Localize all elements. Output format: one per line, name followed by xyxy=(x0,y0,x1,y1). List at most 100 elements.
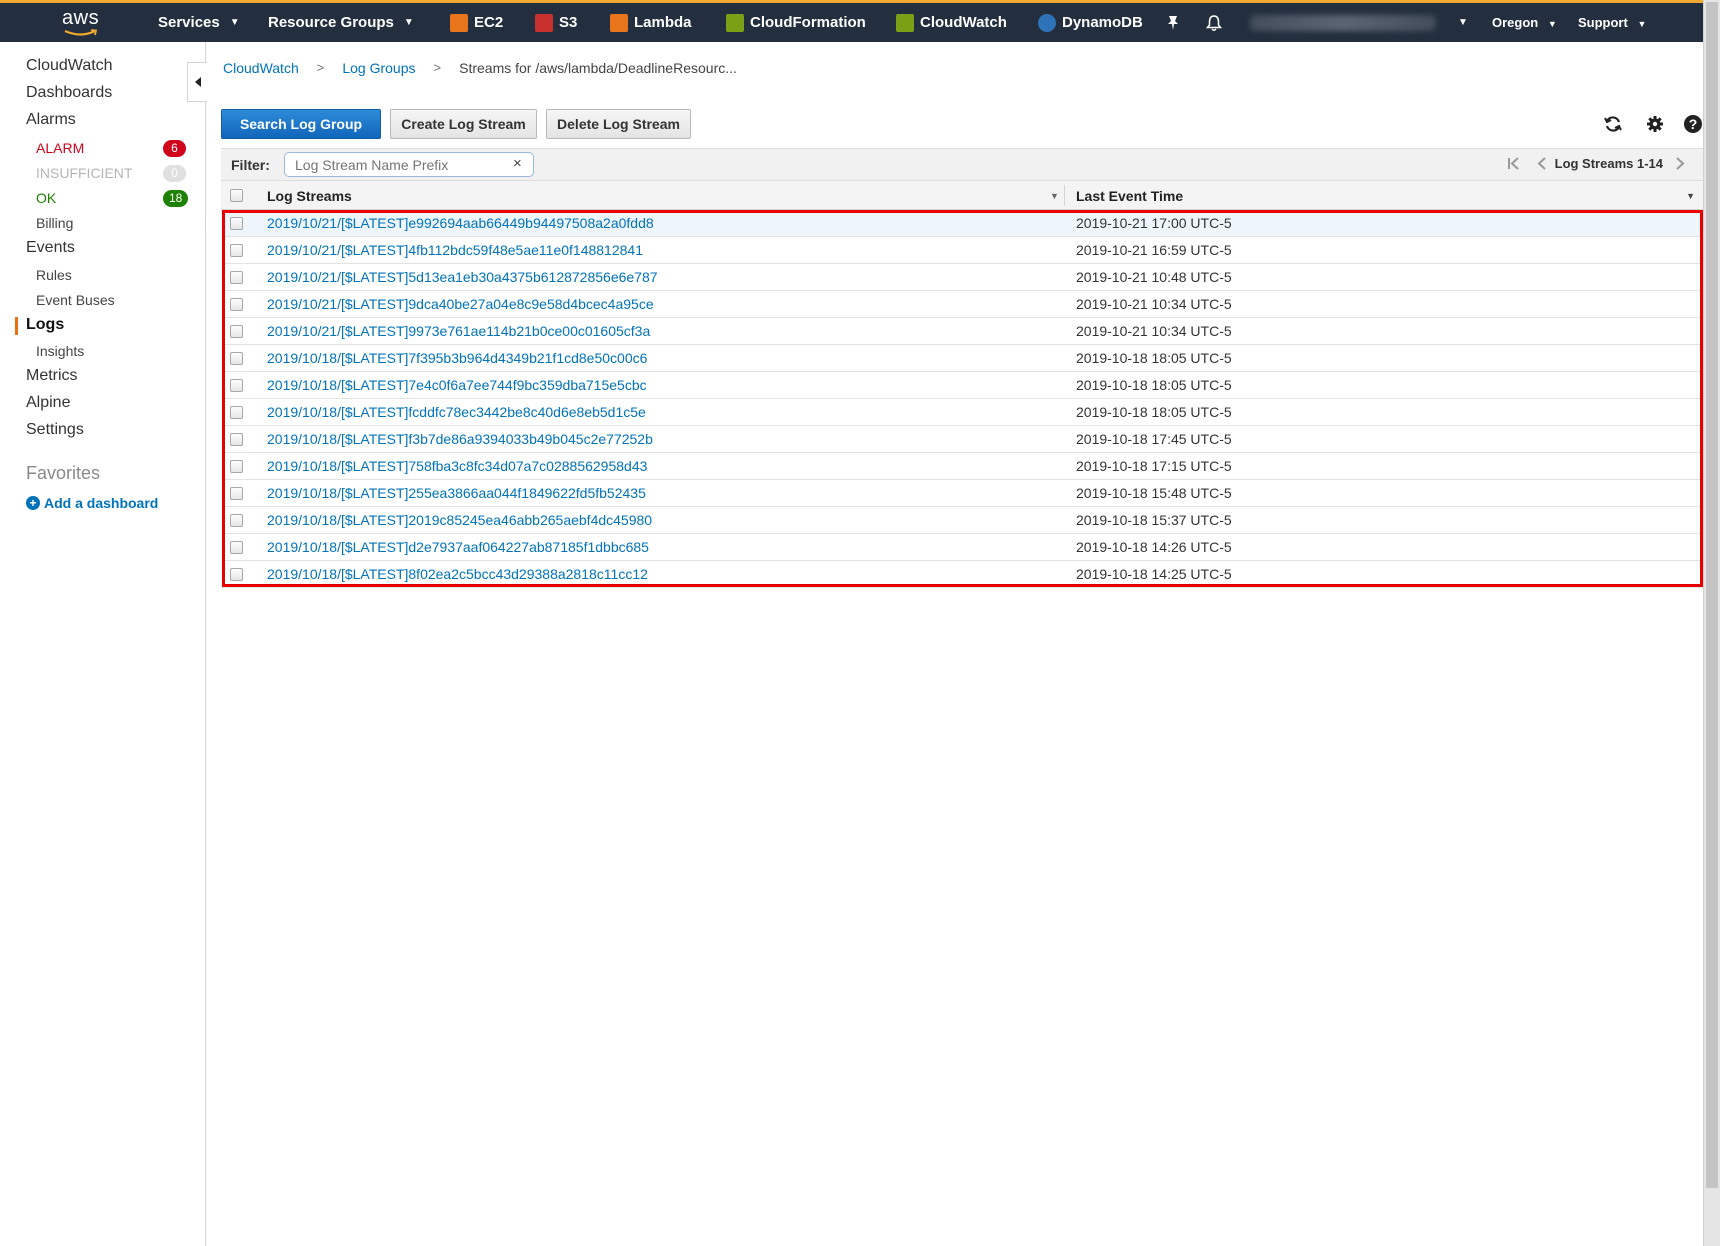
shortcut-cloudformation[interactable]: CloudFormation xyxy=(726,3,866,42)
scrollbar-thumb[interactable] xyxy=(1706,2,1718,1188)
row-checkbox[interactable] xyxy=(230,514,243,527)
shortcut-s3[interactable]: S3 xyxy=(535,3,577,42)
table-row[interactable]: 2019/10/18/[$LATEST]f3b7de86a9394033b49b… xyxy=(221,426,1703,453)
log-stream-link[interactable]: 2019/10/18/[$LATEST]255ea3866aa044f18496… xyxy=(267,485,646,501)
log-stream-link[interactable]: 2019/10/18/[$LATEST]d2e7937aaf064227ab87… xyxy=(267,539,649,555)
account-name-redacted[interactable] xyxy=(1250,15,1436,31)
aws-logo[interactable]: aws xyxy=(60,5,104,39)
sidebar-item-ok[interactable]: OK xyxy=(36,190,56,206)
row-checkbox[interactable] xyxy=(230,460,243,473)
row-checkbox[interactable] xyxy=(230,298,243,311)
log-stream-link[interactable]: 2019/10/18/[$LATEST]f3b7de86a9394033b49b… xyxy=(267,431,653,447)
help-icon[interactable]: ? xyxy=(1683,114,1703,134)
resource-groups-menu[interactable]: Resource Groups ▼ xyxy=(268,3,414,42)
log-stream-link[interactable]: 2019/10/21/[$LATEST]9973e761ae114b21b0ce… xyxy=(267,323,650,339)
sort-down-icon[interactable]: ▼ xyxy=(1686,191,1695,201)
table-row[interactable]: 2019/10/21/[$LATEST]e992694aab66449b9449… xyxy=(221,210,1703,237)
shortcut-dynamodb[interactable]: DynamoDB xyxy=(1038,3,1143,42)
table-row[interactable]: 2019/10/18/[$LATEST]7e4c0f6a7ee744f9bc35… xyxy=(221,372,1703,399)
sidebar-collapse-button[interactable] xyxy=(187,62,207,102)
sidebar-item-settings[interactable]: Settings xyxy=(26,421,84,439)
column-header-log-streams[interactable]: Log Streams xyxy=(267,188,352,204)
breadcrumb-log-groups[interactable]: Log Groups xyxy=(342,60,415,76)
filter-label: Filter: xyxy=(231,157,270,173)
add-dashboard-link[interactable]: + Add a dashboard xyxy=(26,495,158,511)
log-stream-link[interactable]: 2019/10/18/[$LATEST]8f02ea2c5bcc43d29388… xyxy=(267,566,648,582)
row-checkbox[interactable] xyxy=(230,217,243,230)
log-stream-link[interactable]: 2019/10/21/[$LATEST]e992694aab66449b9449… xyxy=(267,215,654,231)
shortcut-lambda[interactable]: Lambda xyxy=(610,3,692,42)
refresh-icon[interactable] xyxy=(1603,114,1623,134)
table-row[interactable]: 2019/10/21/[$LATEST]9dca40be27a04e8c9e58… xyxy=(221,291,1703,318)
support-menu[interactable]: Support ▼ xyxy=(1578,3,1646,42)
log-stream-link[interactable]: 2019/10/21/[$LATEST]5d13ea1eb30a4375b612… xyxy=(267,269,658,285)
sidebar-item-alarms[interactable]: Alarms xyxy=(26,111,76,129)
notifications-bell-icon[interactable] xyxy=(1206,3,1222,42)
sidebar-item-alarm[interactable]: ALARM xyxy=(36,140,84,156)
log-stream-link[interactable]: 2019/10/18/[$LATEST]2019c85245ea46abb265… xyxy=(267,512,652,528)
log-stream-link[interactable]: 2019/10/21/[$LATEST]9dca40be27a04e8c9e58… xyxy=(267,296,654,312)
services-menu[interactable]: Services ▼ xyxy=(158,3,240,42)
row-checkbox[interactable] xyxy=(230,271,243,284)
chevron-down-icon[interactable]: ▼ xyxy=(1458,3,1468,42)
table-row[interactable]: 2019/10/18/[$LATEST]255ea3866aa044f18496… xyxy=(221,480,1703,507)
sidebar-item-insufficient[interactable]: INSUFFICIENT xyxy=(36,165,132,181)
row-checkbox[interactable] xyxy=(230,541,243,554)
row-checkbox[interactable] xyxy=(230,433,243,446)
table-row[interactable]: 2019/10/18/[$LATEST]2019c85245ea46abb265… xyxy=(221,507,1703,534)
log-stream-link[interactable]: 2019/10/21/[$LATEST]4fb112bdc59f48e5ae11… xyxy=(267,242,643,258)
log-stream-prefix-input[interactable] xyxy=(284,152,534,177)
table-row[interactable]: 2019/10/18/[$LATEST]fcddfc78ec3442be8c40… xyxy=(221,399,1703,426)
row-checkbox[interactable] xyxy=(230,487,243,500)
row-checkbox[interactable] xyxy=(230,325,243,338)
search-log-group-button[interactable]: Search Log Group xyxy=(221,109,381,139)
page-scrollbar[interactable] xyxy=(1703,0,1720,1246)
column-header-last-event-time[interactable]: Last Event Time xyxy=(1076,188,1183,204)
table-row[interactable]: 2019/10/21/[$LATEST]9973e761ae114b21b0ce… xyxy=(221,318,1703,345)
region-label: Oregon xyxy=(1492,15,1539,30)
sort-down-icon[interactable]: ▼ xyxy=(1050,191,1059,201)
row-checkbox[interactable] xyxy=(230,406,243,419)
last-event-time: 2019-10-18 18:05 UTC-5 xyxy=(1076,350,1232,366)
log-stream-link[interactable]: 2019/10/18/[$LATEST]758fba3c8fc34d07a7c0… xyxy=(267,458,647,474)
region-menu[interactable]: Oregon ▼ xyxy=(1492,3,1557,42)
table-row[interactable]: 2019/10/18/[$LATEST]d2e7937aaf064227ab87… xyxy=(221,534,1703,561)
resource-groups-label: Resource Groups xyxy=(268,14,394,31)
clear-filter-icon[interactable]: × xyxy=(513,155,522,172)
sidebar-item-billing[interactable]: Billing xyxy=(36,215,73,231)
gear-icon[interactable] xyxy=(1645,114,1665,134)
sidebar-item-alpine[interactable]: Alpine xyxy=(26,394,70,412)
shortcut-ec2[interactable]: EC2 xyxy=(450,3,503,42)
log-stream-link[interactable]: 2019/10/18/[$LATEST]7e4c0f6a7ee744f9bc35… xyxy=(267,377,647,393)
row-checkbox[interactable] xyxy=(230,568,243,581)
row-checkbox[interactable] xyxy=(230,352,243,365)
sidebar-item-rules[interactable]: Rules xyxy=(36,267,72,283)
shortcut-cloudwatch[interactable]: CloudWatch xyxy=(896,3,1007,42)
sidebar-item-dashboards[interactable]: Dashboards xyxy=(26,84,112,102)
sidebar-item-cloudwatch[interactable]: CloudWatch xyxy=(26,57,113,75)
table-row[interactable]: 2019/10/21/[$LATEST]5d13ea1eb30a4375b612… xyxy=(221,264,1703,291)
row-checkbox[interactable] xyxy=(230,244,243,257)
table-row[interactable]: 2019/10/18/[$LATEST]7f395b3b964d4349b21f… xyxy=(221,345,1703,372)
sidebar-item-metrics[interactable]: Metrics xyxy=(26,367,78,385)
table-row[interactable]: 2019/10/21/[$LATEST]4fb112bdc59f48e5ae11… xyxy=(221,237,1703,264)
sidebar-item-insights[interactable]: Insights xyxy=(36,343,84,359)
table-row[interactable]: 2019/10/18/[$LATEST]758fba3c8fc34d07a7c0… xyxy=(221,453,1703,480)
chevron-right-icon: > xyxy=(316,60,325,75)
sidebar-item-logs[interactable]: Logs xyxy=(26,316,64,334)
previous-page-icon[interactable] xyxy=(1537,157,1547,170)
next-page-icon[interactable] xyxy=(1675,157,1685,170)
sidebar-item-event-buses[interactable]: Event Buses xyxy=(36,292,115,308)
create-log-stream-button[interactable]: Create Log Stream xyxy=(390,109,537,139)
pin-icon[interactable] xyxy=(1166,3,1180,42)
breadcrumb-cloudwatch[interactable]: CloudWatch xyxy=(223,60,299,76)
log-stream-link[interactable]: 2019/10/18/[$LATEST]7f395b3b964d4349b21f… xyxy=(267,350,647,366)
sidebar-item-events[interactable]: Events xyxy=(26,239,75,257)
table-row[interactable]: 2019/10/18/[$LATEST]8f02ea2c5bcc43d29388… xyxy=(221,561,1703,588)
first-page-icon[interactable] xyxy=(1507,157,1521,170)
shortcut-cloudformation-label: CloudFormation xyxy=(750,14,866,31)
delete-log-stream-button[interactable]: Delete Log Stream xyxy=(546,109,691,139)
row-checkbox[interactable] xyxy=(230,379,243,392)
select-all-checkbox[interactable] xyxy=(230,189,243,202)
log-stream-link[interactable]: 2019/10/18/[$LATEST]fcddfc78ec3442be8c40… xyxy=(267,404,646,420)
